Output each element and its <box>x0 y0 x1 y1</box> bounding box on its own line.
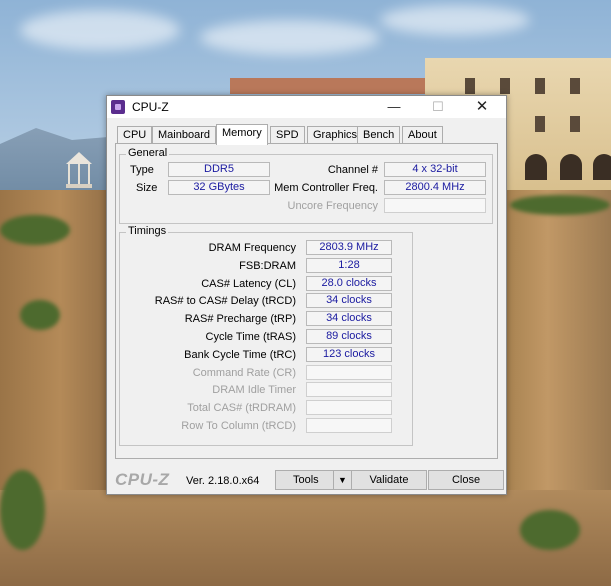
timing-label-cas-latency-cl: CAS# Latency (CL) <box>201 277 296 290</box>
timing-label-dram-frequency: DRAM Frequency <box>208 242 296 254</box>
window-title: CPU-Z <box>132 100 169 114</box>
timing-value-ras-to-cas-delay-trcd: 34 clocks <box>306 293 392 309</box>
tab-bench[interactable]: Bench <box>357 126 401 144</box>
timing-label-dram-idle-timer: DRAM Idle Timer <box>212 384 296 397</box>
timing-value-ras-precharge-trp: 34 clocks <box>306 311 392 327</box>
timing-value-dram-frequency: 2803.9 MHz <box>306 240 392 255</box>
minimize-button[interactable]: — <box>372 96 416 118</box>
timings-group-title: Timings <box>126 225 169 237</box>
timing-value-total-cas-trdram <box>306 400 392 416</box>
general-group-title: General <box>126 147 170 159</box>
timing-label-command-rate-cr: Command Rate (CR) <box>192 366 296 379</box>
timing-value-cycle-time-tras: 89 clocks <box>306 329 392 344</box>
timing-label-ras-to-cas-delay-trcd: RAS# to CAS# Delay (tRCD) <box>154 295 296 308</box>
timing-value-bank-cycle-time-trc: 123 clocks <box>306 346 392 362</box>
type-label: Type <box>130 164 154 176</box>
tools-dropdown-arrow-icon[interactable]: ▼ <box>333 470 352 490</box>
timing-label-bank-cycle-time-trc: Bank Cycle Time (tRC) <box>184 348 296 361</box>
timing-label-fsb-dram: FSB:DRAM <box>239 259 296 272</box>
type-value: DDR5 <box>168 162 270 177</box>
timing-value-row-to-column-trcd <box>306 418 392 433</box>
general-group: General Type DDR5 Size 32 GBytes Channel… <box>119 147 493 224</box>
cpuz-window: CPU-Z — ☐ ✕ CPU Mainboard Memory SPD Gra… <box>106 95 507 495</box>
close-button[interactable]: Close <box>428 470 504 490</box>
uncore-frequency-label: Uncore Frequency <box>287 200 379 212</box>
timings-group: Timings DRAM Frequency 2803.9 MHz FSB:DRAM… <box>119 225 413 446</box>
timing-value-command-rate-cr <box>306 364 392 380</box>
title-bar[interactable]: CPU-Z — ☐ ✕ <box>107 96 506 118</box>
close-window-button[interactable]: ✕ <box>460 96 504 118</box>
timing-label-total-cas-trdram: Total CAS# (tRDRAM) <box>187 402 296 415</box>
cpuz-app-icon <box>111 100 125 114</box>
mem-controller-freq-value: 2800.4 MHz <box>384 180 486 195</box>
size-value: 32 GBytes <box>168 180 270 195</box>
memory-tab-page: General Type DDR5 Size 32 GBytes Channel… <box>115 143 498 459</box>
timing-value-fsb-dram: 1:28 <box>306 257 392 273</box>
size-label: Size <box>136 182 158 194</box>
validate-button[interactable]: Validate <box>351 470 427 490</box>
mem-controller-freq-label: Mem Controller Freq. <box>274 182 378 194</box>
timing-label-cycle-time-tras: Cycle Time (tRAS) <box>205 331 296 343</box>
cpuz-brand-logo: CPU-Z <box>115 470 170 489</box>
channel-value: 4 x 32-bit <box>384 162 486 177</box>
timing-value-dram-idle-timer <box>306 382 392 398</box>
tab-graphics[interactable]: Graphics <box>307 126 364 144</box>
tab-mainboard[interactable]: Mainboard <box>152 126 216 144</box>
timing-value-cas-latency-cl: 28.0 clocks <box>306 275 392 291</box>
timing-label-row-to-column-trcd: Row To Column (tRCD) <box>181 420 296 432</box>
tab-about[interactable]: About <box>402 126 443 144</box>
tab-memory[interactable]: Memory <box>216 124 268 145</box>
channel-label: Channel # <box>327 164 378 176</box>
tab-spd[interactable]: SPD <box>270 126 305 144</box>
tab-cpu[interactable]: CPU <box>117 126 153 144</box>
maximize-button[interactable]: ☐ <box>416 96 460 118</box>
uncore-frequency-value <box>384 198 486 213</box>
timing-label-ras-precharge-trp: RAS# Precharge (tRP) <box>184 313 296 326</box>
version-label: Ver. 2.18.0.x64 <box>186 475 260 487</box>
footer-bar: CPU-Z Ver. 2.18.0.x64 Tools ▼ Validate C… <box>107 466 506 494</box>
